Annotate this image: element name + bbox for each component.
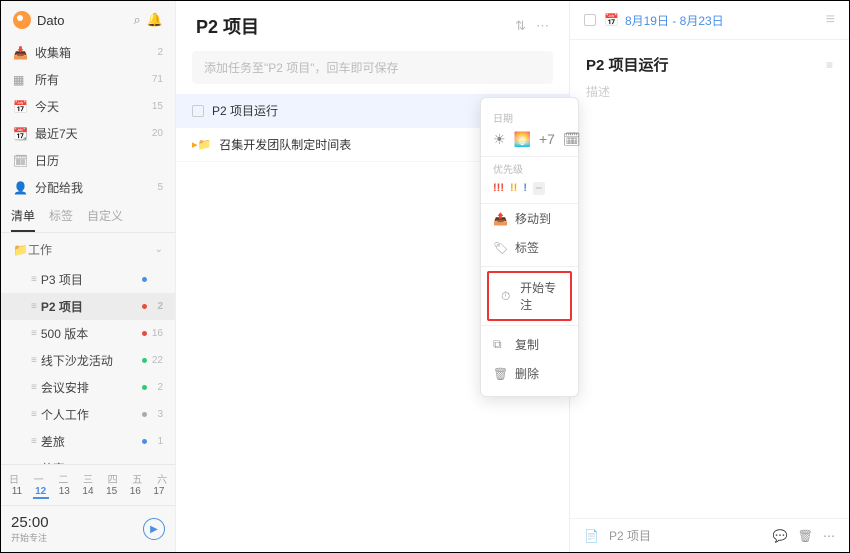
group-work[interactable]: 📁工作⌄ <box>1 233 175 266</box>
tab-tags[interactable]: 标签 <box>49 207 73 232</box>
date-range[interactable]: 8月19日 - 8月23日 <box>625 12 826 29</box>
more-icon[interactable]: ⋯ <box>536 18 549 34</box>
sidebar-today[interactable]: 📅今天15 <box>1 93 175 120</box>
section-priority: 优先级 <box>481 157 578 178</box>
sidebar-assigned[interactable]: 👤分配给我5 <box>1 174 175 201</box>
priority-none[interactable]: ⎯ <box>533 182 545 195</box>
add-task-input[interactable]: 添加任务至"P2 项目"，回车即可保存 <box>192 51 553 84</box>
tomorrow-icon[interactable]: 🌅 <box>514 131 531 148</box>
context-menu: 日期 ☀ 🌅 +7 🗓 优先级 !!! !! ! ⎯ 📤移动到 🏷标签 ⏱开始专… <box>480 97 579 397</box>
sidebar-calendar[interactable]: 🗓日历 <box>1 147 175 174</box>
detail-panel: 📅 8月19日 - 8月23日 ≡ P2 项目运行≡ 描述 日期 ☀ 🌅 +7 … <box>569 1 849 552</box>
list-travel-expense[interactable]: ≡差旅1 <box>1 428 175 455</box>
comment-icon[interactable]: 💬 <box>773 529 788 543</box>
copy-icon: ⧉ <box>493 337 507 352</box>
ctx-move-to[interactable]: 📤移动到 <box>481 204 578 233</box>
play-button[interactable]: ▶ <box>143 518 165 540</box>
app-logo <box>13 11 31 29</box>
detail-project[interactable]: P2 项目 <box>609 527 763 544</box>
sort-icon[interactable]: ⇅ <box>515 18 526 34</box>
ctx-start-focus[interactable]: ⏱开始专注 <box>489 273 570 319</box>
app-name: Dato <box>37 13 128 28</box>
focus-timer: 25:00 开始专注 ▶ <box>1 505 175 552</box>
today-icon[interactable]: ☀ <box>493 131 506 148</box>
sidebar-inbox[interactable]: 📥收集箱2 <box>1 39 175 66</box>
tab-custom[interactable]: 自定义 <box>87 207 123 232</box>
list-title: P2 项目 <box>196 13 505 39</box>
search-icon[interactable]: ⌕ <box>134 12 141 28</box>
list-meeting[interactable]: ≡会议安排2 <box>1 374 175 401</box>
mini-calendar[interactable]: 日一二三四五六 11121314151617 <box>1 464 175 505</box>
pick-date-icon[interactable]: 🗓 <box>563 131 581 148</box>
bell-icon[interactable]: 🔔 <box>147 12 163 28</box>
priority-low[interactable]: ! <box>523 182 527 195</box>
list-500[interactable]: ≡500 版本16 <box>1 320 175 347</box>
sidebar-next7[interactable]: 📆最近7天20 <box>1 120 175 147</box>
ctx-tags[interactable]: 🏷标签 <box>481 233 578 262</box>
project-icon: 📄 <box>584 529 599 543</box>
list-share[interactable]: ≡共享 <box>1 455 175 464</box>
detail-checkbox[interactable] <box>584 14 596 26</box>
timer-value: 25:00 <box>11 514 49 531</box>
priority-indicator[interactable]: ≡ <box>826 11 835 29</box>
move-icon: 📤 <box>493 212 507 226</box>
folder-icon: 📁 <box>13 243 28 257</box>
next-week-icon[interactable]: +7 <box>539 131 555 148</box>
chevron-down-icon: ⌄ <box>155 244 163 255</box>
trash-icon: 🗑 <box>493 367 507 381</box>
list-salon[interactable]: ≡线下沙龙活动22 <box>1 347 175 374</box>
timer-label: 开始专注 <box>11 531 49 544</box>
detail-title[interactable]: P2 项目运行≡ <box>570 40 849 79</box>
folder-icon: ▸📁 <box>192 138 211 151</box>
section-date: 日期 <box>481 106 578 127</box>
more-icon[interactable]: ⋯ <box>823 529 835 543</box>
tab-lists[interactable]: 清单 <box>11 207 35 232</box>
tag-icon: 🏷 <box>493 241 507 255</box>
task-checkbox[interactable] <box>192 105 204 117</box>
ctx-delete[interactable]: 🗑删除 <box>481 359 578 388</box>
trash-icon[interactable]: 🗑 <box>798 529 813 543</box>
stopwatch-icon: ⏱ <box>501 289 512 304</box>
priority-high[interactable]: !!! <box>493 182 504 195</box>
list-p3[interactable]: ≡P3 项目 <box>1 266 175 293</box>
list-personal-work[interactable]: ≡个人工作3 <box>1 401 175 428</box>
sidebar: Dato ⌕ 🔔 📥收集箱2 ▦所有71 📅今天15 📆最近7天20 🗓日历 👤… <box>1 1 176 552</box>
list-p2[interactable]: ≡P2 项目2 <box>1 293 175 320</box>
sidebar-all[interactable]: ▦所有71 <box>1 66 175 93</box>
detail-description[interactable]: 描述 <box>570 79 849 104</box>
outline-icon[interactable]: ≡ <box>826 58 833 72</box>
ctx-copy[interactable]: ⧉复制 <box>481 330 578 359</box>
priority-med[interactable]: !! <box>510 182 517 195</box>
calendar-icon: 📅 <box>604 13 619 27</box>
